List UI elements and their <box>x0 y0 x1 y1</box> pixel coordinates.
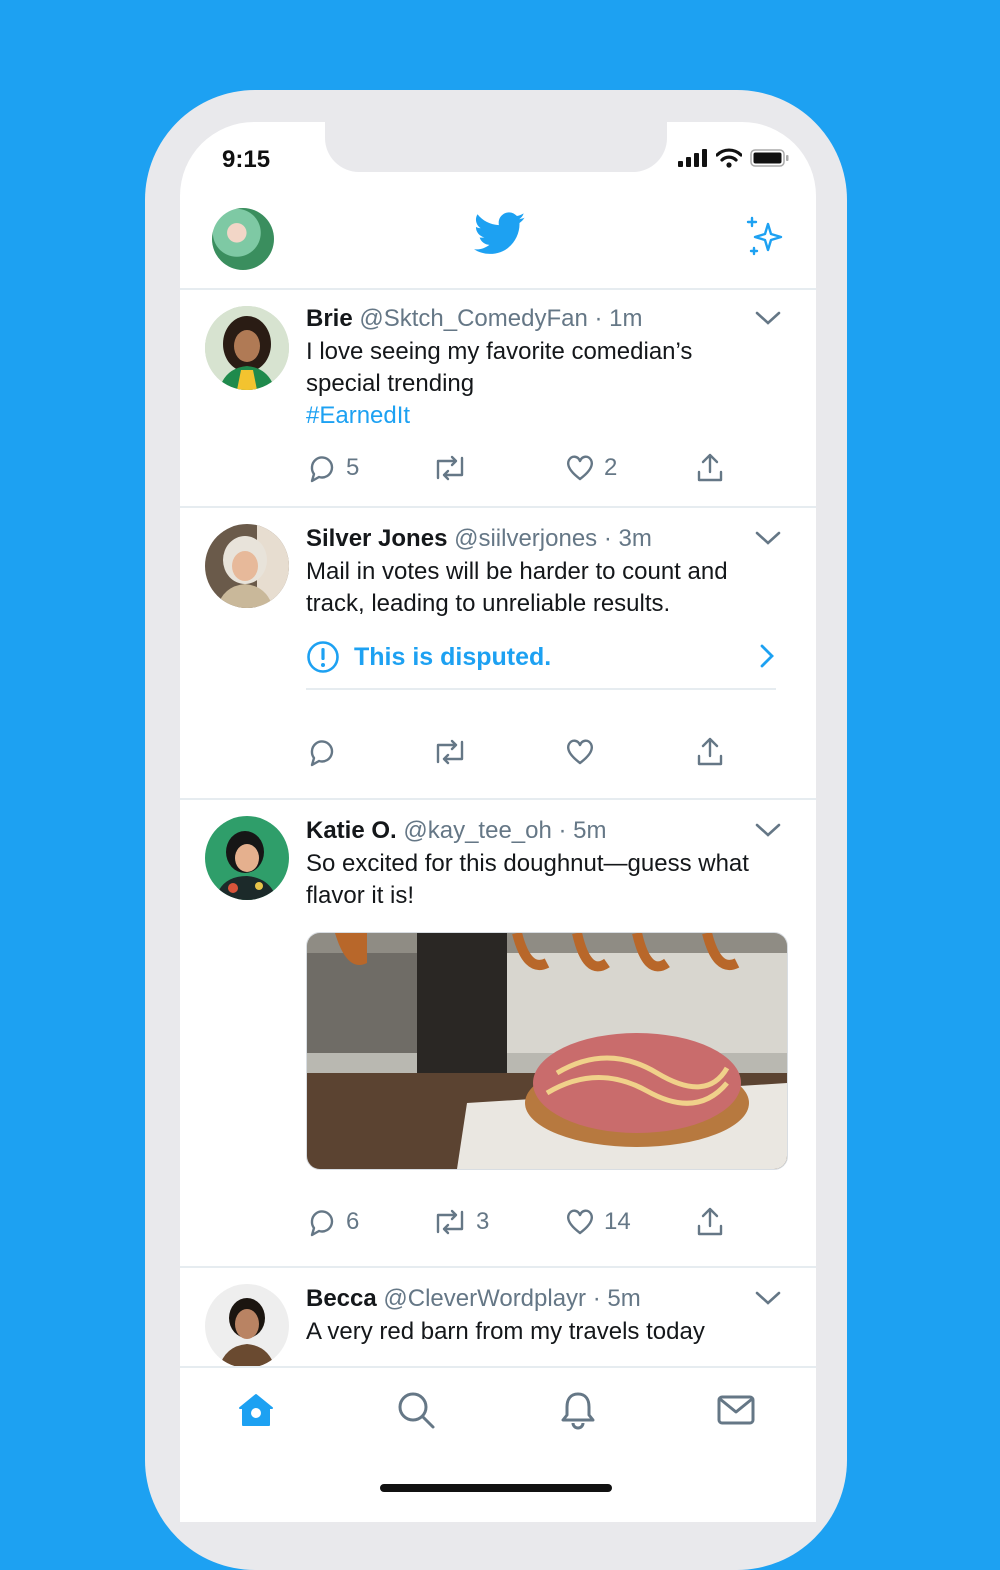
home-indicator <box>380 1484 612 1492</box>
disputed-text: This is disputed. <box>354 642 552 671</box>
avatar-portrait-becca <box>205 1284 289 1368</box>
chevron-right-icon <box>760 644 774 668</box>
tweet-actions: 6 3 14 <box>306 1206 736 1246</box>
like-button[interactable] <box>564 736 604 768</box>
avatar[interactable] <box>205 1284 289 1368</box>
reply-icon <box>310 740 334 767</box>
top-navigation-bar <box>180 192 816 290</box>
tweet-content: Becca @CleverWordplayr · 5m A very red b… <box>306 1284 784 1348</box>
tweet-card[interactable]: Becca @CleverWordplayr · 5m A very red b… <box>180 1268 816 1368</box>
share-icon <box>697 1207 723 1236</box>
retweet-button[interactable]: 3 <box>432 1206 489 1238</box>
avatar[interactable] <box>205 306 289 390</box>
mail-icon[interactable] <box>716 1390 756 1430</box>
tweet-time: · 3m <box>603 525 652 552</box>
tweet-text: A very red barn from my travels today <box>306 1318 705 1345</box>
reply-button[interactable]: 5 <box>306 452 359 484</box>
tweet-content: Katie O. @kay_tee_oh · 5m So excited for… <box>306 816 784 912</box>
battery-icon <box>750 149 789 167</box>
signal-icon <box>678 149 707 167</box>
heart-icon <box>566 1209 594 1235</box>
chevron-down-icon[interactable] <box>754 528 782 548</box>
author-name[interactable]: Becca <box>306 1285 377 1312</box>
bottom-tab-bar <box>180 1366 816 1458</box>
profile-avatar[interactable] <box>212 208 274 270</box>
chevron-down-icon[interactable] <box>754 308 782 328</box>
heart-icon <box>566 455 594 481</box>
reply-icon <box>310 456 334 483</box>
author-name[interactable]: Katie O. <box>306 817 397 844</box>
avatar-portrait-katie <box>205 816 289 900</box>
chevron-down-icon[interactable] <box>754 1288 782 1308</box>
share-icon <box>697 453 723 482</box>
disputed-label[interactable]: This is disputed. <box>306 626 776 690</box>
tweet-time: · 1m <box>594 305 643 332</box>
home-icon[interactable] <box>236 1390 276 1430</box>
tweet-actions: 5 2 <box>306 452 736 492</box>
reply-button[interactable] <box>306 736 346 768</box>
heart-icon <box>566 739 594 765</box>
like-button[interactable]: 2 <box>564 452 617 484</box>
app-screen: 9:15 Brie @Sktch_ComedyFan · 1m I love s… <box>180 122 816 1522</box>
tweet-header: Brie @Sktch_ComedyFan · 1m <box>306 304 784 334</box>
reply-button[interactable]: 6 <box>306 1206 359 1238</box>
reply-count: 6 <box>346 1208 360 1235</box>
tweet-time: · 5m <box>558 817 607 844</box>
avatar-portrait-silver <box>205 524 289 608</box>
tweet-card[interactable]: Silver Jones @siilverjones · 3m Mail in … <box>180 508 816 800</box>
author-handle[interactable]: @siilverjones <box>454 525 597 552</box>
reply-icon <box>310 1210 334 1237</box>
bell-icon[interactable] <box>558 1390 598 1430</box>
retweet-count: 3 <box>476 1208 490 1235</box>
like-button[interactable]: 14 <box>564 1206 631 1238</box>
share-button[interactable] <box>694 736 726 768</box>
tweet-time: · 5m <box>592 1285 641 1312</box>
avatar[interactable] <box>205 816 289 900</box>
tweet-card[interactable]: Brie @Sktch_ComedyFan · 1m I love seeing… <box>180 290 816 508</box>
share-button[interactable] <box>694 1206 726 1238</box>
twitter-bird-icon <box>474 212 526 254</box>
like-count: 2 <box>604 454 618 481</box>
author-handle[interactable]: @CleverWordplayr <box>383 1285 586 1312</box>
tweet-photo[interactable] <box>306 932 788 1170</box>
reply-count: 5 <box>346 454 360 481</box>
retweet-icon <box>436 455 464 481</box>
avatar-portrait-brie <box>205 306 289 390</box>
retweet-icon <box>436 1209 464 1235</box>
tweet-card[interactable]: Katie O. @kay_tee_oh · 5m So excited for… <box>180 800 816 1268</box>
status-icons <box>678 148 790 168</box>
tweet-content: Brie @Sktch_ComedyFan · 1m I love seeing… <box>306 304 784 432</box>
share-icon <box>697 737 723 766</box>
hashtag-link[interactable]: #EarnedIt <box>306 400 784 432</box>
author-name[interactable]: Silver Jones <box>306 525 447 552</box>
sparkle-icon[interactable] <box>744 216 786 258</box>
author-handle[interactable]: @kay_tee_oh <box>403 817 551 844</box>
status-time: 9:15 <box>222 146 271 173</box>
doughnut-photo <box>307 933 787 1169</box>
wifi-icon <box>716 148 742 168</box>
tweet-header: Katie O. @kay_tee_oh · 5m <box>306 816 784 846</box>
search-icon[interactable] <box>396 1390 436 1430</box>
retweet-icon <box>436 739 464 765</box>
tweet-text: Mail in votes will be harder to count an… <box>306 558 728 617</box>
tweet-text: I love seeing my favorite comedian’s spe… <box>306 338 693 397</box>
info-alert-icon <box>307 641 339 673</box>
tweet-text: So excited for this doughnut—guess what … <box>306 850 749 909</box>
retweet-button[interactable] <box>432 736 476 768</box>
like-count: 14 <box>604 1208 631 1235</box>
tweet-content: Silver Jones @siilverjones · 3m Mail in … <box>306 524 784 620</box>
tweet-actions <box>306 736 736 776</box>
author-handle[interactable]: @Sktch_ComedyFan <box>359 305 587 332</box>
retweet-button[interactable] <box>432 452 476 484</box>
tweet-header: Silver Jones @siilverjones · 3m <box>306 524 784 554</box>
phone-notch <box>325 122 667 172</box>
author-name[interactable]: Brie <box>306 305 353 332</box>
chevron-down-icon[interactable] <box>754 820 782 840</box>
share-button[interactable] <box>694 452 726 484</box>
tweet-header: Becca @CleverWordplayr · 5m <box>306 1284 784 1314</box>
avatar[interactable] <box>205 524 289 608</box>
